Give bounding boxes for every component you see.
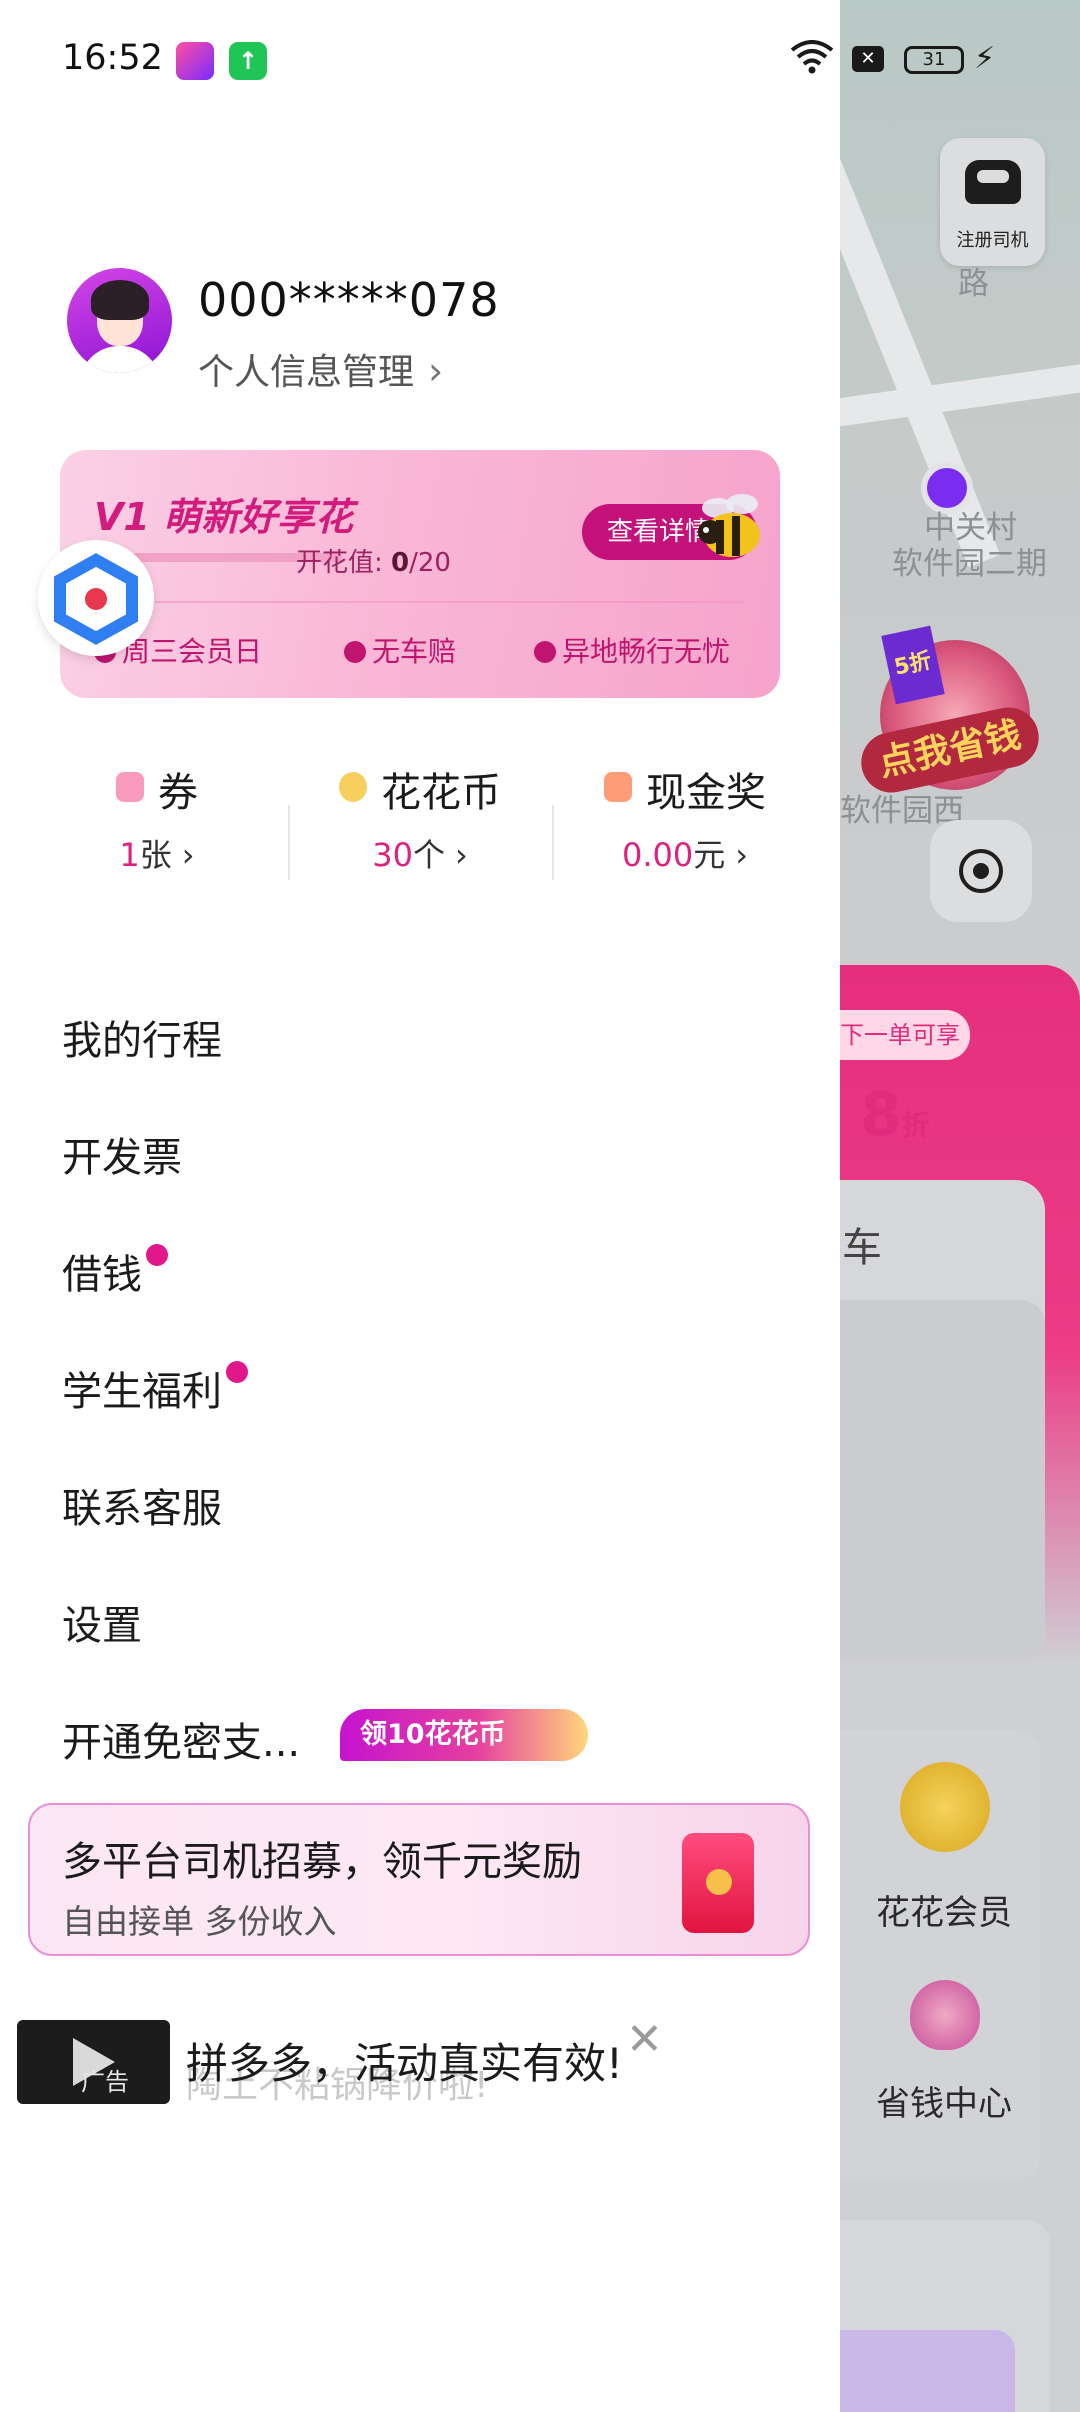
vip-perk: 无车赔 — [344, 630, 456, 670]
avatar-body — [79, 346, 161, 373]
cash-reward-label-row: 现金奖 — [560, 760, 810, 818]
divider — [288, 805, 290, 880]
user-phone: 000*****078 — [198, 273, 500, 327]
profile-manage-link[interactable]: 个人信息管理 › — [198, 343, 443, 395]
next-order-discount-label: 下一单可享 — [840, 1010, 970, 1060]
discount-unit: 折 — [901, 1109, 930, 1142]
coin-icon — [900, 1762, 990, 1852]
location-icon — [534, 641, 556, 663]
ad-label: 广告 — [81, 2068, 129, 2096]
chevron-right-icon: › — [428, 349, 444, 393]
x-icon: ✕ — [852, 46, 884, 72]
coupon-count: 1 — [119, 836, 140, 874]
charging-icon: ⚡ — [974, 41, 996, 76]
coupon-unit: 张 — [139, 836, 172, 874]
profile-manage-label: 个人信息管理 — [198, 352, 415, 393]
wifi-icon — [790, 40, 834, 74]
vip-title: V1 萌新好享花 — [94, 495, 354, 539]
menu-item-trips[interactable]: 我的行程 — [62, 1008, 222, 1066]
chevron-right-icon: › — [454, 836, 468, 874]
red-envelope-icon — [682, 1833, 754, 1933]
upload-notification-icon: ↑ — [229, 42, 267, 80]
menu-item-borrow[interactable]: 借钱 — [62, 1242, 168, 1300]
recruit-subtitle: 自由接单 多份收入 — [62, 1902, 337, 1941]
huahua-coin-asset[interactable]: 花花币 30个 › — [295, 760, 545, 876]
clock-icon — [344, 641, 366, 663]
huahua-member-link[interactable]: 花花会员 — [876, 1885, 1012, 1934]
chevron-right-icon: › — [181, 836, 195, 874]
status-bar: 16:52 ↑ ✕ 31 ⚡ — [0, 0, 1080, 120]
coupon-label-row: 券 — [32, 760, 282, 818]
huahua-coin-value-row: 30个 › — [295, 830, 545, 876]
cash-reward-label: 现金奖 — [646, 770, 766, 816]
bee-icon — [698, 494, 760, 557]
coin-icon — [339, 772, 367, 802]
cash-reward-value-row: 0.00元 › — [560, 830, 810, 876]
vip-progress: 开花值: 0/20 — [296, 542, 451, 579]
menu-item-label: 学生福利 — [62, 1369, 222, 1415]
car-icon — [965, 160, 1021, 204]
place-label: 软件园二期 — [892, 546, 1047, 582]
notification-dot — [226, 1361, 248, 1383]
avatar-hair — [91, 280, 149, 320]
menu-item-support[interactable]: 联系客服 — [62, 1476, 222, 1534]
coupon-value-row: 1张 › — [32, 830, 282, 876]
ad-video-thumbnail[interactable]: 广告 — [17, 2020, 170, 2104]
saving-center-link[interactable]: 省钱中心 — [876, 2076, 1012, 2125]
cash-reward-asset[interactable]: 现金奖 0.00元 › — [560, 760, 810, 876]
assistant-float-button[interactable] — [38, 540, 154, 656]
menu-item-label: 借钱 — [62, 1252, 142, 1298]
app-notification-icon — [176, 42, 214, 80]
vip-perk: 异地畅行无忧 — [534, 630, 730, 670]
booking-input-panel — [840, 1300, 1045, 1660]
save-money-promo[interactable]: 点我省钱 5折 — [855, 610, 1045, 810]
menu-item-settings[interactable]: 设置 — [62, 1593, 142, 1651]
coupon-asset[interactable]: 券 1张 › — [32, 760, 282, 876]
coin-promo-badge[interactable]: 领10花花币 — [340, 1709, 588, 1761]
chevron-right-icon: › — [735, 836, 749, 874]
driver-recruit-banner[interactable]: 多平台司机招募，领千元奖励 自由接单 多份收入 — [28, 1803, 810, 1956]
vip-perk-label: 无车赔 — [372, 635, 457, 668]
discount-number: 8 — [860, 1080, 902, 1150]
recruit-title: 多平台司机招募，领千元奖励 — [62, 1839, 582, 1885]
vip-progress-total: /20 — [409, 548, 451, 578]
assistant-logo-icon — [54, 553, 138, 645]
huahua-coin-unit: 个 — [412, 836, 445, 874]
register-driver-label: 注册司机 — [956, 230, 1029, 251]
register-driver-button[interactable]: 注册司机 — [940, 138, 1045, 266]
coupon-icon — [116, 772, 144, 802]
battery-icon: 31 — [904, 46, 964, 74]
huahua-coin-label-row: 花花币 — [295, 760, 545, 818]
bottom-banner[interactable] — [840, 2330, 1015, 2412]
road-label: 路 — [958, 266, 989, 302]
notification-dot — [146, 1244, 168, 1266]
vip-card[interactable]: V1 萌新好享花 开花值: 0/20 查看详情 周三会员日 无车赔 异地畅行无忧 — [60, 450, 780, 698]
cash-reward-unit: 元 — [693, 836, 726, 874]
discount-value: 8折 — [860, 1080, 930, 1150]
close-icon[interactable]: ✕ — [626, 2014, 663, 2065]
vip-perk-label: 异地畅行无忧 — [562, 635, 731, 668]
huahua-coin-label: 花花币 — [381, 770, 501, 816]
side-drawer: 000*****078 个人信息管理 › V1 萌新好享花 开花值: 0/20 查… — [0, 0, 840, 2412]
status-time: 16:52 — [62, 38, 163, 78]
huahua-coin-count: 30 — [372, 836, 413, 874]
menu-item-student[interactable]: 学生福利 — [62, 1359, 248, 1417]
vip-divider — [94, 601, 744, 603]
menu-item-invoice[interactable]: 开发票 — [62, 1125, 182, 1183]
money-bag-icon — [910, 1980, 980, 2050]
locate-icon[interactable] — [930, 820, 1032, 922]
vip-progress-label: 开花值: — [296, 548, 383, 578]
car-label: 车 — [842, 1225, 882, 1271]
vip-progress-value: 0 — [391, 548, 410, 578]
ad-title[interactable]: 拼多多，活动真实有效! — [186, 2030, 623, 2091]
avatar[interactable] — [67, 268, 172, 373]
map-background: 注册司机 路 中关村 软件园二期 软件园西 点我省钱 5折 下一单可享 8折 车… — [840, 0, 1080, 2412]
cash-reward-amount: 0.00 — [621, 836, 694, 874]
divider — [552, 805, 554, 880]
menu-item-password-free-pay[interactable]: 开通免密支... — [62, 1710, 300, 1768]
cash-icon — [604, 772, 632, 802]
coupon-label: 券 — [158, 770, 198, 816]
